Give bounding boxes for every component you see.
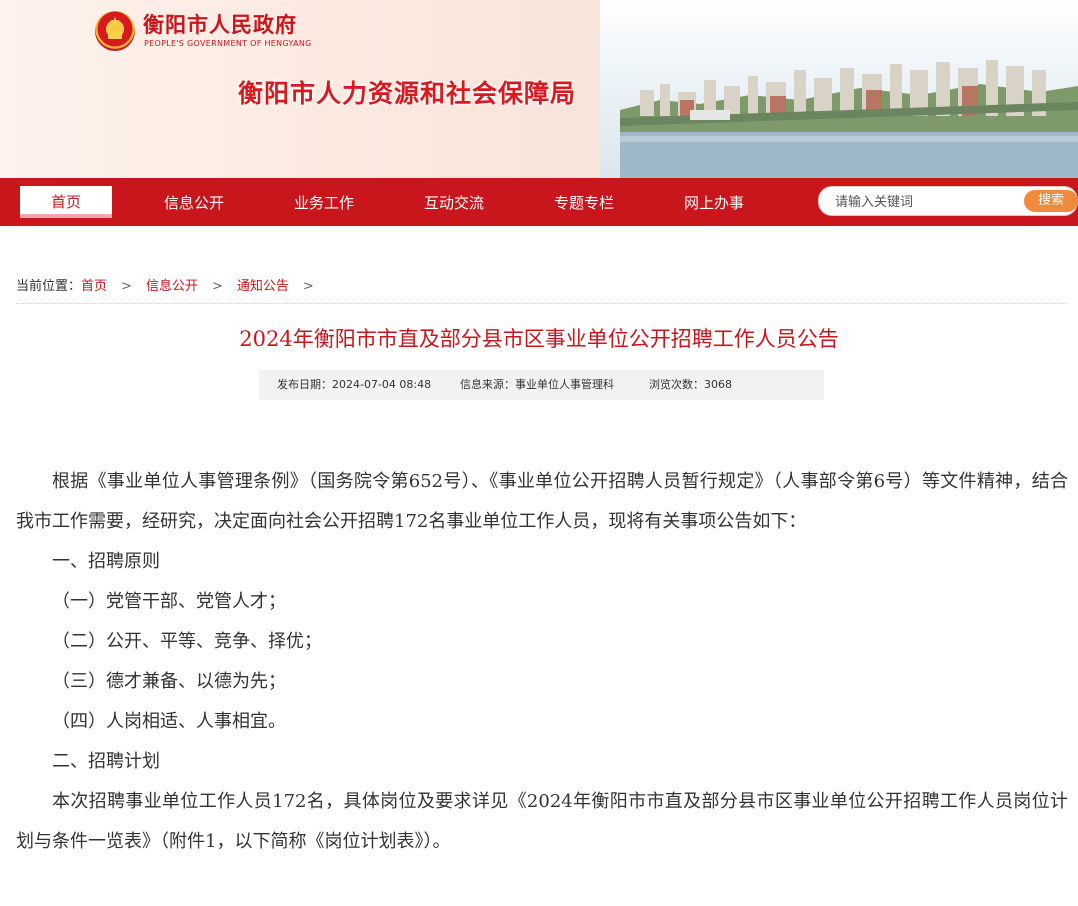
- nav-item-home[interactable]: 首页: [20, 186, 112, 218]
- national-emblem-icon: ★: [95, 11, 135, 51]
- breadcrumb-info-disclosure[interactable]: 信息公开: [146, 275, 198, 294]
- search-button[interactable]: 搜索: [1024, 190, 1078, 212]
- breadcrumb-prefix: 当前位置：: [16, 279, 82, 294]
- breadcrumb-notices[interactable]: 通知公告: [237, 275, 289, 294]
- bureau-name: 衡阳市人力资源和社会保障局: [238, 79, 577, 108]
- search-box: 搜索: [818, 186, 1078, 216]
- nav-item-interaction[interactable]: 互动交流: [424, 186, 484, 218]
- breadcrumb-separator: >: [211, 279, 223, 294]
- list-item: （四）人岗相适、人事相宜。: [52, 711, 286, 732]
- breadcrumb-separator: >: [302, 279, 314, 294]
- nav-item-business[interactable]: 业务工作: [294, 186, 354, 218]
- article-paragraph: 根据《事业单位人事管理条例》（国务院令第652号）、《事业单位公开招聘人员暂行规…: [16, 471, 1068, 532]
- publish-date: 发布日期：2024-07-04 08:48: [277, 378, 432, 391]
- list-item: （二）公开、平等、竞争、择优；: [52, 631, 322, 652]
- gov-name: 衡阳市人民政府: [143, 13, 297, 37]
- breadcrumb-home[interactable]: 首页: [81, 275, 107, 294]
- nav-item-online-services[interactable]: 网上办事: [684, 186, 744, 218]
- section-heading: 二、招聘计划: [52, 751, 160, 772]
- section-heading: 一、招聘原则: [52, 551, 160, 572]
- nav-item-special-topics[interactable]: 专题专栏: [554, 186, 614, 218]
- main-nav: 首页 信息公开 业务工作 互动交流 专题专栏 网上办事 搜索: [0, 178, 1078, 226]
- search-input[interactable]: [833, 190, 1017, 214]
- list-item: （一）党管干部、党管人才；: [52, 591, 286, 612]
- article-meta: 发布日期：2024-07-04 08:48 信息来源：事业单位人事管理科 浏览次…: [259, 370, 824, 400]
- article-body: 根据《事业单位人事管理条例》（国务院令第652号）、《事业单位公开招聘人员暂行规…: [16, 462, 1068, 862]
- gov-name-en: PEOPLE'S GOVERNMENT OF HENGYANG: [144, 39, 312, 48]
- info-source: 信息来源：事业单位人事管理科: [460, 378, 614, 391]
- breadcrumb-divider: [16, 303, 1066, 304]
- list-item: （三）德才兼备、以德为先；: [52, 671, 286, 692]
- article-paragraph: 本次招聘事业单位工作人员172名，具体岗位及要求详见《2024年衡阳市市直及部分…: [16, 791, 1068, 852]
- article-title: 2024年衡阳市市直及部分县市区事业单位公开招聘工作人员公告: [239, 327, 839, 351]
- breadcrumb: 当前位置：首页 > 信息公开 > 通知公告 >: [16, 275, 328, 294]
- site-banner: ★ 衡阳市人民政府 PEOPLE'S GOVERNMENT OF HENGYAN…: [0, 0, 1078, 178]
- breadcrumb-separator: >: [121, 279, 132, 294]
- city-skyline-image: [620, 60, 1078, 178]
- view-count: 浏览次数：3068: [649, 378, 732, 391]
- nav-item-info-disclosure[interactable]: 信息公开: [164, 186, 224, 218]
